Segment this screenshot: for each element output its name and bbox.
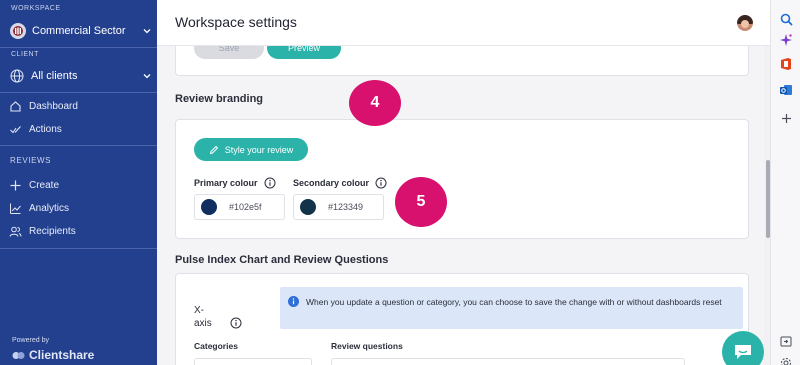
add-icon[interactable]: [778, 110, 794, 126]
info-filled-icon: [288, 296, 299, 307]
secondary-colour-text: Secondary colour: [293, 178, 370, 188]
x-axis-label: X-axis: [194, 305, 212, 329]
review-question-field[interactable]: [331, 358, 685, 365]
brand-name: Clientshare: [29, 348, 95, 362]
sidebar: WORKSPACE Commercial Sector CLIENT All c…: [0, 0, 157, 365]
avatar[interactable]: [737, 15, 753, 31]
categories-header: Categories: [194, 341, 238, 351]
clientshare-logo[interactable]: Clientshare: [12, 348, 94, 362]
client-selector[interactable]: All clients: [10, 66, 152, 86]
style-review-button[interactable]: Style your review: [194, 138, 308, 161]
home-icon: [10, 101, 21, 112]
chevron-down-icon: [143, 74, 151, 79]
page-title: Workspace settings: [175, 14, 297, 30]
primary-colour-field[interactable]: #102e5f: [194, 194, 285, 220]
sidebar-item-label: Create: [29, 180, 60, 191]
pencil-icon: [209, 145, 218, 154]
sidebar-item-analytics[interactable]: Analytics: [9, 202, 69, 215]
scrollbar-thumb[interactable]: [766, 160, 770, 238]
step-badge-5: 5: [395, 177, 447, 227]
primary-colour-swatch[interactable]: [201, 199, 217, 215]
info-icon[interactable]: [264, 177, 276, 189]
review-branding-card: Style your review Primary colour #102e5f…: [175, 119, 749, 239]
sidebar-item-actions[interactable]: Actions: [9, 123, 62, 136]
main-content: Workspace settings Save Preview Review b…: [157, 0, 770, 365]
check-icon: [10, 126, 21, 134]
info-icon[interactable]: [375, 177, 387, 189]
chat-button[interactable]: [722, 331, 764, 365]
sidebar-divider: [0, 92, 157, 93]
info-banner: When you update a question or category, …: [280, 287, 743, 329]
chat-icon: [735, 345, 751, 359]
search-icon[interactable]: [778, 11, 794, 27]
step-badge-4: 4: [349, 80, 401, 126]
sidebar-toggle-icon[interactable]: [778, 333, 794, 349]
sidebar-item-recipients[interactable]: Recipients: [9, 225, 76, 238]
sidebar-item-label: Actions: [29, 124, 62, 135]
recipients-icon: [9, 226, 22, 237]
primary-colour-text: Primary colour: [194, 178, 258, 188]
sidebar-divider: [0, 47, 157, 48]
sidebar-item-label: Recipients: [29, 226, 76, 237]
client-section-label: CLIENT: [11, 51, 39, 58]
sidebar-item-label: Dashboard: [29, 101, 78, 112]
sidebar-divider: [0, 248, 157, 249]
chevron-down-icon: [143, 29, 151, 34]
sidebar-divider: [0, 145, 157, 146]
office-icon[interactable]: [778, 56, 794, 72]
style-review-label: Style your review: [224, 144, 294, 155]
sidebar-item-dashboard[interactable]: Dashboard: [9, 100, 78, 113]
reviews-section-label: REVIEWS: [10, 156, 52, 165]
sidebar-item-create[interactable]: Create: [9, 179, 59, 192]
pulse-index-card: X-axis When you update a question or cat…: [175, 273, 749, 365]
workspace-selector[interactable]: Commercial Sector: [10, 20, 152, 42]
sidebar-item-label: Analytics: [29, 203, 70, 214]
primary-colour-label: Primary colour: [194, 177, 276, 189]
secondary-colour-swatch[interactable]: [300, 199, 316, 215]
secondary-colour-field[interactable]: #123349: [293, 194, 384, 220]
info-icon[interactable]: [230, 317, 242, 329]
secondary-colour-hex: #123349: [328, 202, 364, 212]
info-banner-text: When you update a question or category, …: [306, 297, 722, 307]
sparkle-icon[interactable]: [778, 32, 794, 48]
primary-colour-hex: #102e5f: [229, 202, 262, 212]
plus-icon: [10, 180, 21, 191]
secondary-colour-label: Secondary colour: [293, 177, 387, 189]
workspace-logo-icon: [10, 23, 26, 39]
browser-side-rail: [770, 0, 800, 365]
category-field[interactable]: [194, 358, 312, 365]
analytics-icon: [10, 203, 21, 214]
client-value: All clients: [31, 70, 78, 82]
review-questions-header: Review questions: [331, 341, 403, 351]
review-branding-title: Review branding: [175, 93, 264, 105]
settings-icon[interactable]: [778, 355, 794, 365]
globe-icon: [10, 69, 24, 83]
workspace-section-label: WORKSPACE: [11, 5, 61, 12]
pulse-index-title: Pulse Index Chart and Review Questions: [175, 254, 389, 266]
workspace-name: Commercial Sector: [32, 25, 126, 37]
top-bar: Workspace settings: [157, 0, 770, 46]
outlook-icon[interactable]: [778, 82, 794, 98]
clientshare-logo-icon: [12, 351, 25, 359]
powered-by-label: Powered by: [12, 337, 49, 344]
